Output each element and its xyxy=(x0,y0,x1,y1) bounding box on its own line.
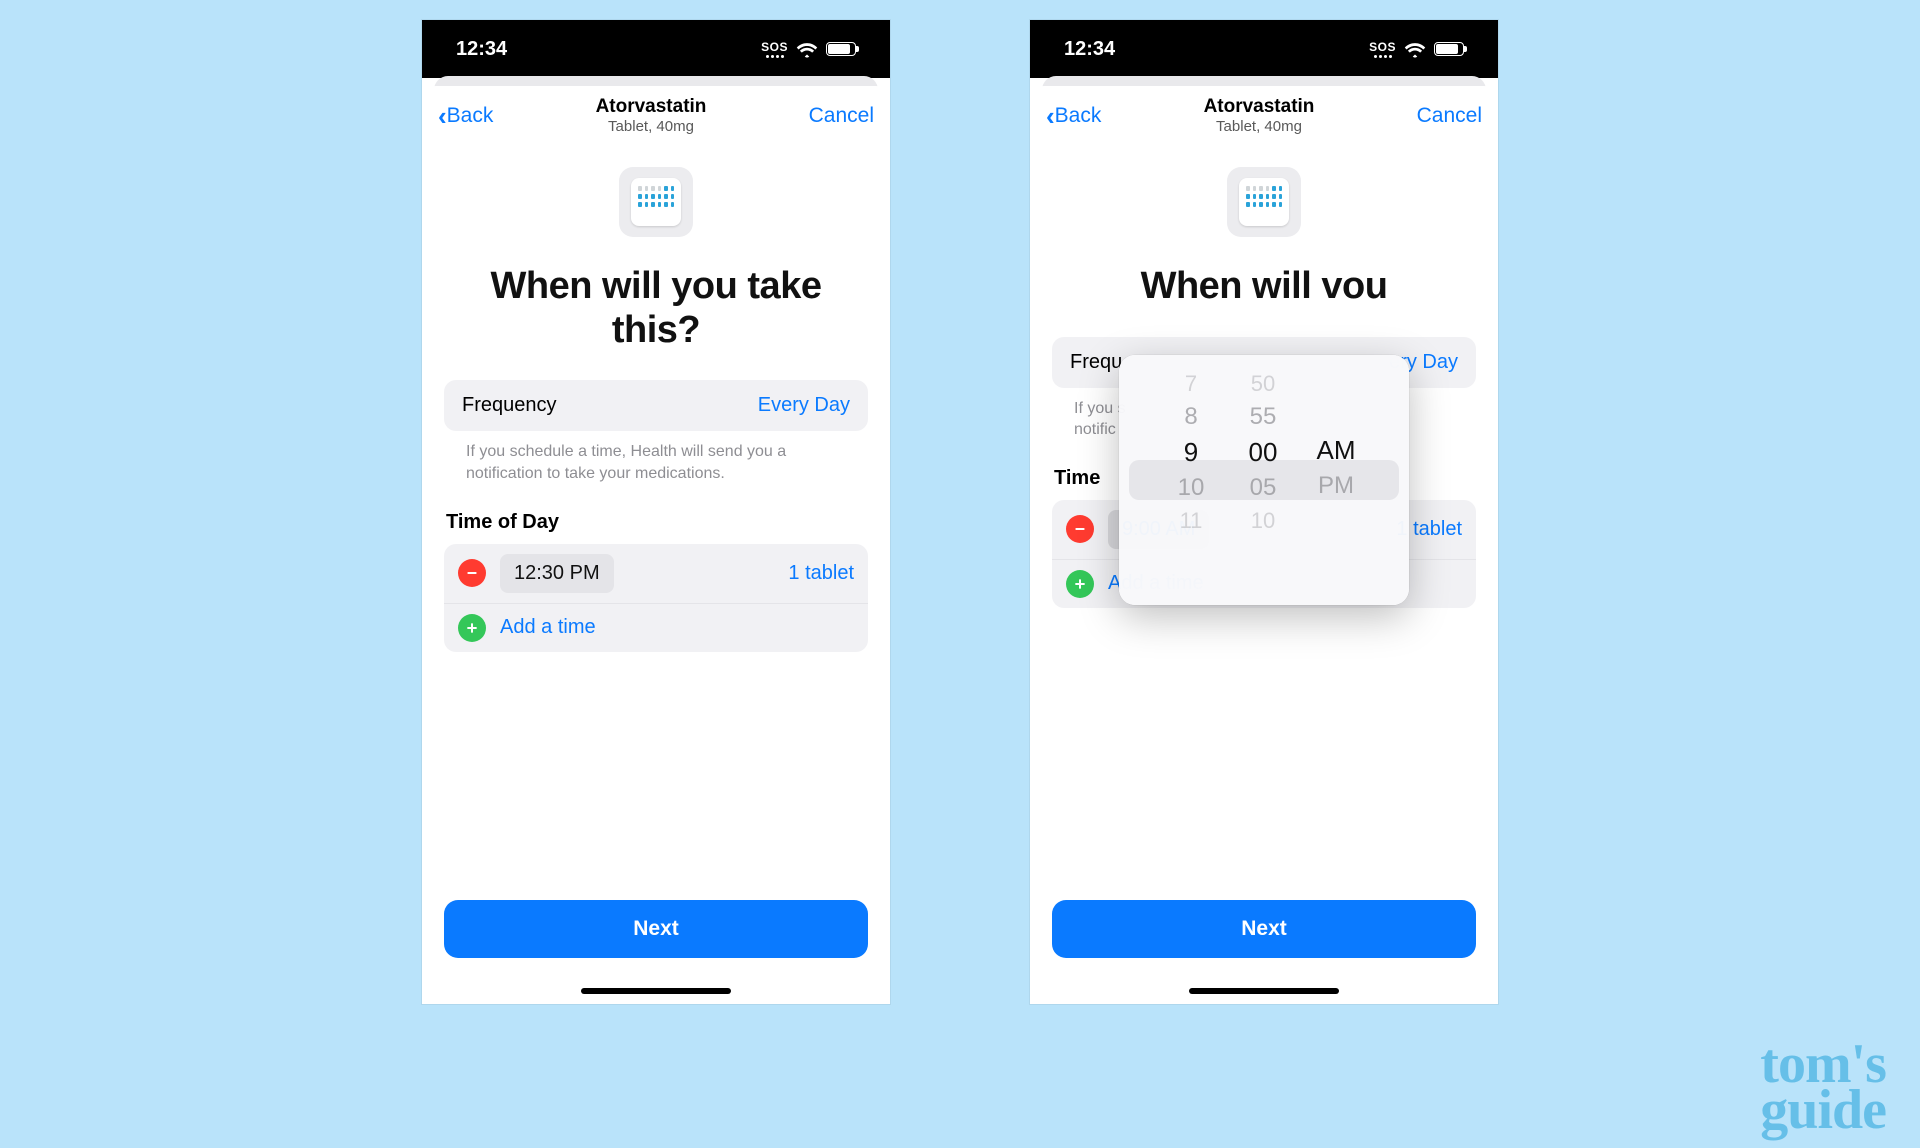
minus-icon xyxy=(1072,521,1088,537)
phone-screen-1: 12:34 SOS ‹ Back Atorvastatin xyxy=(422,20,890,1004)
next-button[interactable]: Next xyxy=(444,900,868,958)
picker-option[interactable]: 10 xyxy=(1178,474,1205,502)
page-heading: When will vou xyxy=(1052,265,1476,309)
plus-icon xyxy=(464,620,480,636)
time-picker-popover[interactable]: 7 8 9 10 11 50 55 00 05 10 xyxy=(1119,355,1409,605)
back-button[interactable]: ‹ Back xyxy=(1046,103,1101,129)
wifi-icon xyxy=(1404,41,1426,57)
calendar-icon xyxy=(1227,167,1301,237)
hint-text: If you schedule a time, Health will send… xyxy=(444,431,868,484)
home-indicator[interactable] xyxy=(581,988,731,994)
picker-option-selected[interactable]: AM xyxy=(1317,435,1356,466)
time-row: 12:30 PM 1 tablet xyxy=(444,544,868,604)
back-label: Back xyxy=(1055,104,1102,128)
status-time: 12:34 xyxy=(456,38,507,61)
frequency-row[interactable]: Frequency Every Day xyxy=(444,380,868,431)
plus-icon xyxy=(1072,576,1088,592)
medication-name: Atorvastatin xyxy=(1204,96,1315,118)
battery-icon xyxy=(826,42,856,56)
picker-option-selected[interactable]: 9 xyxy=(1184,437,1198,468)
medication-subtitle: Tablet, 40mg xyxy=(596,118,707,135)
picker-option-selected[interactable]: 00 xyxy=(1249,437,1278,468)
nav-title: Atorvastatin Tablet, 40mg xyxy=(1204,96,1315,135)
picker-hour-column[interactable]: 7 8 9 10 11 xyxy=(1164,371,1218,589)
remove-time-button[interactable] xyxy=(1066,515,1094,543)
nav-title: Atorvastatin Tablet, 40mg xyxy=(596,96,707,135)
back-button[interactable]: ‹ Back xyxy=(438,103,493,129)
chevron-left-icon: ‹ xyxy=(1046,103,1055,129)
picker-option[interactable]: 05 xyxy=(1250,474,1277,502)
next-button[interactable]: Next xyxy=(1052,900,1476,958)
time-section-header: Time of Day xyxy=(446,511,866,534)
picker-option[interactable]: 10 xyxy=(1251,508,1275,534)
time-chip[interactable]: 12:30 PM xyxy=(500,554,614,593)
add-time-button[interactable] xyxy=(1066,570,1094,598)
sos-indicator: SOS xyxy=(761,41,788,58)
chevron-left-icon: ‹ xyxy=(438,103,447,129)
sheet: ‹ Back Atorvastatin Tablet, 40mg Cancel xyxy=(422,86,890,1004)
add-time-label: Add a time xyxy=(500,616,596,639)
time-list: 12:30 PM 1 tablet Add a time xyxy=(444,544,868,652)
cancel-label: Cancel xyxy=(1417,104,1482,128)
sheet: ‹ Back Atorvastatin Tablet, 40mg Cancel xyxy=(1030,86,1498,1004)
picker-option[interactable]: 55 xyxy=(1250,403,1277,431)
picker-option[interactable]: 7 xyxy=(1185,371,1197,397)
add-time-button[interactable] xyxy=(458,614,486,642)
picker-option[interactable]: PM xyxy=(1318,472,1354,500)
status-time: 12:34 xyxy=(1064,38,1115,61)
cancel-label: Cancel xyxy=(809,104,874,128)
frequency-label-clipped: Frequ xyxy=(1070,351,1122,374)
next-label: Next xyxy=(633,917,679,941)
add-time-row[interactable]: Add a time xyxy=(444,604,868,652)
frequency-value: Every Day xyxy=(758,394,850,417)
nav-bar: ‹ Back Atorvastatin Tablet, 40mg Cancel xyxy=(1030,86,1498,141)
home-indicator[interactable] xyxy=(1189,988,1339,994)
battery-icon xyxy=(1434,42,1464,56)
picker-ampm-column[interactable]: AM PM xyxy=(1308,371,1364,589)
status-bar: 12:34 SOS xyxy=(422,20,890,78)
picker-option[interactable]: 11 xyxy=(1180,508,1203,534)
wifi-icon xyxy=(796,41,818,57)
picker-option[interactable]: 8 xyxy=(1184,403,1197,431)
sos-indicator: SOS xyxy=(1369,41,1396,58)
nav-bar: ‹ Back Atorvastatin Tablet, 40mg Cancel xyxy=(422,86,890,141)
frequency-label: Frequency xyxy=(462,394,557,417)
status-bar: 12:34 SOS xyxy=(1030,20,1498,78)
calendar-icon xyxy=(619,167,693,237)
minus-icon xyxy=(464,565,480,581)
picker-minute-column[interactable]: 50 55 00 05 10 xyxy=(1236,371,1290,589)
picker-option[interactable]: 50 xyxy=(1251,371,1275,397)
phone-screen-2: 12:34 SOS ‹ Back Atorvastatin xyxy=(1030,20,1498,1004)
dose-link[interactable]: 1 tablet xyxy=(788,562,854,585)
page-heading: When will you take this? xyxy=(444,265,868,352)
watermark: tom's guide xyxy=(1760,1042,1886,1134)
cancel-button[interactable]: Cancel xyxy=(1417,104,1482,128)
medication-subtitle: Tablet, 40mg xyxy=(1204,118,1315,135)
back-label: Back xyxy=(447,104,494,128)
next-label: Next xyxy=(1241,917,1287,941)
remove-time-button[interactable] xyxy=(458,559,486,587)
cancel-button[interactable]: Cancel xyxy=(809,104,874,128)
medication-name: Atorvastatin xyxy=(596,96,707,118)
